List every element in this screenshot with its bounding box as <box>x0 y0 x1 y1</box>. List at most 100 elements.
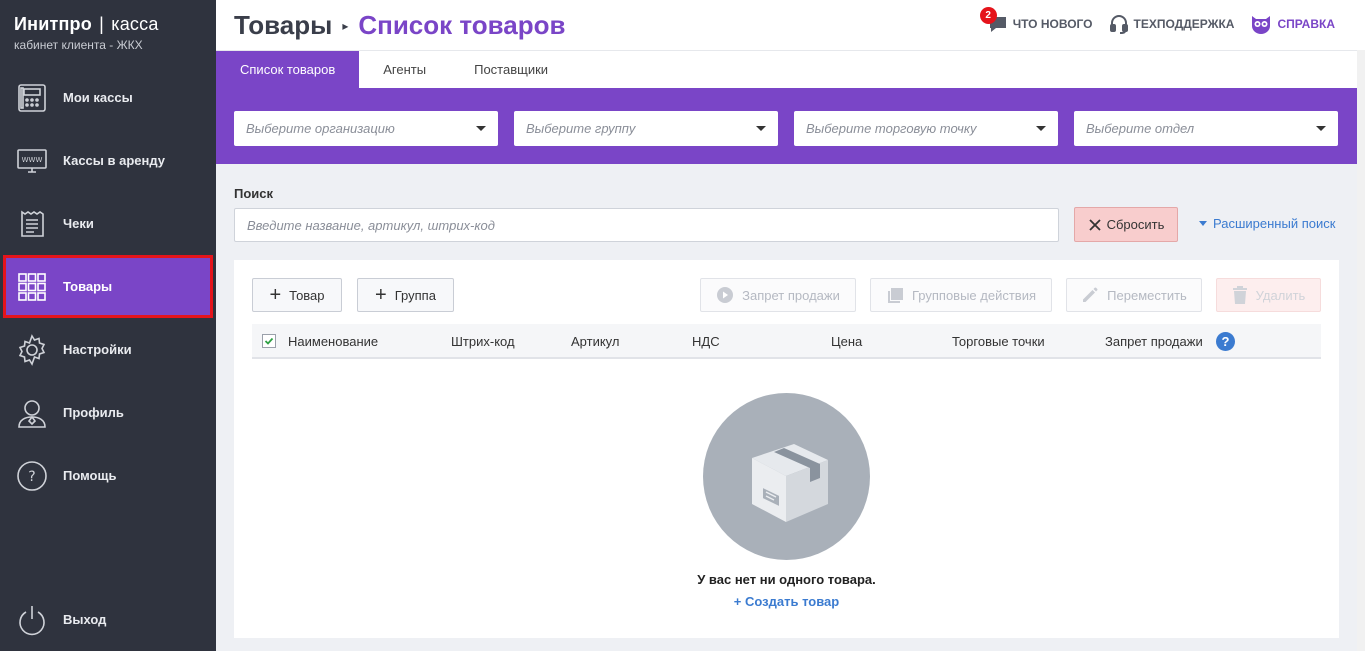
column-header-sku[interactable]: Артикул <box>571 334 619 349</box>
scrollbar[interactable] <box>1357 50 1365 651</box>
chevron-down-icon <box>1199 221 1207 226</box>
plus-icon: + <box>375 284 387 306</box>
search-label: Поиск <box>234 186 274 201</box>
monitor-www-icon: WWW <box>16 145 48 177</box>
sidebar-item-label: Товары <box>63 279 113 294</box>
question-icon: ? <box>16 460 48 492</box>
brand-title: Инитпро | касса <box>14 14 216 35</box>
sidebar-item-logout[interactable]: Выход <box>0 588 216 651</box>
close-icon <box>1088 218 1102 232</box>
cash-register-icon <box>16 82 48 114</box>
sidebar-item-label: Кассы в аренду <box>63 153 165 168</box>
pencil-icon <box>1081 286 1099 304</box>
brand-subtitle: кабинет клиента - ЖКХ <box>14 38 143 52</box>
trash-icon <box>1232 286 1248 304</box>
select-all-checkbox[interactable] <box>262 334 276 348</box>
gear-icon <box>16 333 48 366</box>
reset-button-label: Сбросить <box>1106 217 1165 232</box>
support-link[interactable]: ТЕХПОДДЕРЖКА <box>1109 14 1235 34</box>
column-header-vat[interactable]: НДС <box>692 334 720 349</box>
sidebar-item-help[interactable]: ? Помощь <box>0 444 216 507</box>
add-product-label: Товар <box>289 287 325 303</box>
create-product-link[interactable]: + Создать товар <box>234 594 1339 609</box>
tab-suppliers[interactable]: Поставщики <box>450 51 572 88</box>
brand-product: касса <box>111 14 159 34</box>
owl-icon <box>1250 14 1272 34</box>
grid-icon <box>16 271 48 303</box>
brand-name: Инитпро <box>14 14 92 34</box>
column-header-price[interactable]: Цена <box>831 334 862 349</box>
ban-sale-label: Запрет продажи <box>742 287 840 303</box>
chevron-down-icon <box>756 126 766 131</box>
plus-icon: + <box>269 284 282 306</box>
organization-select-value: Выберите организацию <box>246 121 395 136</box>
sidebar-item-products[interactable]: Товары <box>3 255 213 318</box>
checkmark-icon <box>264 337 274 345</box>
brand: Инитпро | касса кабинет клиента - ЖКХ <box>0 0 216 66</box>
tabs: Список товаров Агенты Поставщики <box>216 50 1357 88</box>
support-label: ТЕХПОДДЕРЖКА <box>1133 17 1235 31</box>
department-select[interactable]: Выберите отдел <box>1074 111 1338 146</box>
column-header-outlets[interactable]: Торговые точки <box>952 334 1045 349</box>
breadcrumb: Товары ▸ Список товаров <box>234 10 566 41</box>
organization-select[interactable]: Выберите организацию <box>234 111 498 146</box>
help-link[interactable]: СПРАВКА <box>1250 14 1335 34</box>
sidebar-item-my-registers[interactable]: Мои кассы <box>0 66 216 129</box>
group-actions-button[interactable]: Групповые действия <box>870 278 1052 312</box>
group-select-value: Выберите группу <box>526 121 636 136</box>
empty-state-message: У вас нет ни одного товара. <box>697 572 876 587</box>
products-card: + Товар + Группа Запрет продажи Групповы… <box>234 260 1339 638</box>
column-header-ban-sale[interactable]: Запрет продажи <box>1105 334 1203 349</box>
empty-box-illustration <box>703 393 870 560</box>
delete-button[interactable]: Удалить <box>1216 278 1321 312</box>
sidebar-item-label: Мои кассы <box>63 90 133 105</box>
reset-button[interactable]: Сбросить <box>1074 207 1178 242</box>
tab-agents[interactable]: Агенты <box>359 51 450 88</box>
sidebar-item-label: Чеки <box>63 216 94 231</box>
page-header: Товары ▸ Список товаров 2 ЧТО НОВОГО ТЕХ… <box>216 0 1365 50</box>
headset-icon <box>1109 14 1129 34</box>
delete-label: Удалить <box>1255 287 1306 303</box>
receipt-icon <box>16 208 48 240</box>
notification-badge: 2 <box>979 7 997 24</box>
layers-icon <box>886 286 904 304</box>
whats-new-label: ЧТО НОВОГО <box>1012 17 1093 31</box>
outlet-select[interactable]: Выберите торговую точку <box>794 111 1058 146</box>
chat-icon: 2 <box>979 7 1008 33</box>
advanced-search-label: Расширенный поиск <box>1213 216 1336 231</box>
group-select[interactable]: Выберите группу <box>514 111 778 146</box>
department-select-value: Выберите отдел <box>1086 121 1195 136</box>
move-label: Переместить <box>1107 287 1187 303</box>
sidebar: Инитпро | касса кабинет клиента - ЖКХ Мо… <box>0 0 216 651</box>
whats-new-link[interactable]: 2 ЧТО НОВОГО <box>979 7 1093 33</box>
sidebar-item-profile[interactable]: Профиль <box>0 381 216 444</box>
search-input[interactable] <box>234 208 1059 242</box>
move-button[interactable]: Переместить <box>1066 278 1202 312</box>
sidebar-nav: Мои кассы WWW Кассы в аренду Чеки Товары… <box>0 66 216 507</box>
sidebar-item-label: Профиль <box>63 405 124 420</box>
column-header-name[interactable]: Наименование <box>288 334 378 349</box>
help-icon[interactable]: ? <box>1216 332 1235 351</box>
filters-bar: Выберите организацию Выберите группу Выб… <box>216 88 1357 164</box>
column-header-barcode[interactable]: Штрих-код <box>451 334 515 349</box>
add-group-button[interactable]: + Группа <box>357 278 454 312</box>
breadcrumb-arrow-icon: ▸ <box>342 18 349 33</box>
sidebar-item-settings[interactable]: Настройки <box>0 318 216 381</box>
add-product-button[interactable]: + Товар <box>252 278 342 312</box>
svg-text:?: ? <box>28 469 35 485</box>
box-icon <box>751 443 828 522</box>
sidebar-item-receipts[interactable]: Чеки <box>0 192 216 255</box>
brand-separator: | <box>99 14 105 34</box>
advanced-search-link[interactable]: Расширенный поиск <box>1199 216 1335 231</box>
sidebar-item-label: Настройки <box>63 342 132 357</box>
outlet-select-value: Выберите торговую точку <box>806 121 977 136</box>
table-header: Наименование Штрих-код Артикул НДС Цена … <box>252 324 1321 359</box>
tab-product-list[interactable]: Список товаров <box>216 51 360 88</box>
sidebar-item-label: Помощь <box>63 468 117 483</box>
breadcrumb-root[interactable]: Товары <box>234 10 332 41</box>
sidebar-item-rent-registers[interactable]: WWW Кассы в аренду <box>0 129 216 192</box>
chevron-down-icon <box>1316 126 1326 131</box>
add-group-label: Группа <box>394 287 436 303</box>
svg-text:WWW: WWW <box>22 156 43 164</box>
ban-sale-button[interactable]: Запрет продажи <box>700 278 856 312</box>
